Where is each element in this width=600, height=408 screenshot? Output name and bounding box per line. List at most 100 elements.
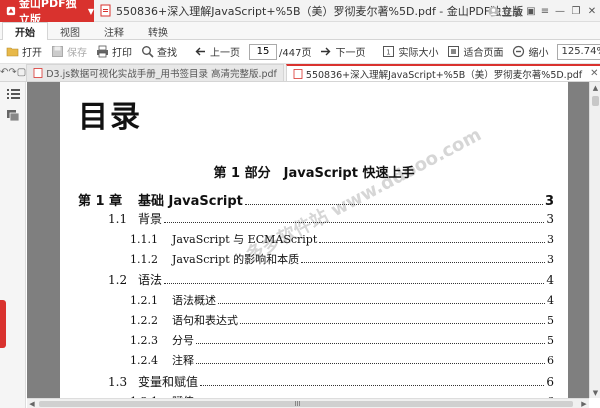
next-page-button[interactable]: 下一页 <box>319 44 365 59</box>
back-icon[interactable]: ↶ <box>0 63 8 81</box>
toc-entry-title: 背景 <box>138 212 163 227</box>
tab-convert[interactable]: 转换 <box>136 22 180 40</box>
tab-annotate[interactable]: 注释 <box>92 22 136 40</box>
new-tab-icon[interactable]: ▢ <box>17 63 26 81</box>
close-button[interactable]: ✕ <box>584 0 600 22</box>
toc-leader <box>200 384 545 386</box>
document-tab-active[interactable]: 550836+深入理解JavaScript+%5B（美）罗彻麦尔著%5D.pdf… <box>285 64 600 81</box>
toc-entry-title: 语句和表达式 <box>172 313 238 327</box>
pdf-file-icon <box>100 4 111 17</box>
toc-entry[interactable]: 1.1.1 JavaScript 与 ECMAScript 3 <box>130 231 554 247</box>
ribbon-tabs: 开始 视图 注释 转换 <box>0 22 600 40</box>
toc-entry[interactable]: 第 1 章基础 JavaScript 3 <box>78 190 554 209</box>
toc-entry-number: 1.2.3 <box>130 334 158 348</box>
toc-entry[interactable]: 1.1.2 JavaScript 的影响和本质 3 <box>130 251 554 267</box>
toc-entry-number: 1.1 <box>108 212 128 227</box>
arrow-right-icon <box>321 47 331 56</box>
scroll-thumb[interactable] <box>592 96 599 106</box>
toc-entry-number: 1.2.2 <box>130 313 158 327</box>
pdf-page: 多多软件站 www.ddooo.com 目录 第 1 部分 JavaScript… <box>60 82 568 398</box>
save-button[interactable]: 保存 <box>51 44 87 59</box>
toc-entry[interactable]: 1.2.1 语法概述 4 <box>130 292 554 308</box>
toc-entry[interactable]: 1.2.3 分号 5 <box>130 332 554 348</box>
printer-icon <box>97 45 108 58</box>
toc-entry-title: JavaScript 与 ECMAScript <box>172 232 318 246</box>
scroll-left-icon[interactable]: ◀ <box>27 399 37 408</box>
minimize-button[interactable]: — <box>552 0 568 22</box>
toc-entry-number: 1.2.1 <box>130 293 158 307</box>
left-sidebar <box>0 82 26 408</box>
search-icon <box>142 46 154 58</box>
sidebar-collapse-handle[interactable] <box>0 300 6 348</box>
arrow-left-icon <box>195 47 205 56</box>
zoom-select[interactable]: 125.74% ▼ <box>557 43 600 60</box>
forward-icon[interactable]: ↷ <box>8 63 16 81</box>
prev-page-label: 上一页 <box>210 48 240 59</box>
toc-entry-page: 4 <box>547 293 554 307</box>
user-avatar-icon[interactable] <box>486 0 500 22</box>
toc-entry-page: 3 <box>546 212 554 227</box>
scroll-thumb[interactable] <box>39 401 573 407</box>
scroll-up-icon[interactable]: ▲ <box>590 82 600 93</box>
fit-page-icon <box>448 46 460 57</box>
toc-entry-page: 3 <box>544 194 554 209</box>
toc-entry-number: 1.3 <box>108 374 128 389</box>
toc-entry-page: 3 <box>547 232 554 246</box>
toc-leader <box>164 222 545 224</box>
print-button[interactable]: 打印 <box>96 44 132 59</box>
toc-entry[interactable]: 1.3 变量和赋值 6 <box>108 373 554 390</box>
toc-leader <box>244 204 543 205</box>
document-tab-bar: ↶ ↷ ▢ D3.js数据可视化实战手册_用书签目录 高清完整版.pdf 550… <box>0 64 600 82</box>
main-toolbar: 打开 保存 打印 查找 上一页 /447页 下一页 1 实际大小 适合页面 缩小… <box>0 40 600 64</box>
scroll-right-icon[interactable]: ▶ <box>579 399 589 408</box>
scroll-down-icon[interactable]: ▼ <box>590 387 600 398</box>
close-tab-icon[interactable]: ✕ <box>590 68 598 79</box>
prev-page-button[interactable]: 上一页 <box>194 44 240 59</box>
scroll-grip-icon <box>295 401 303 407</box>
toc-entry-number: 第 1 章 <box>78 194 123 209</box>
horizontal-scrollbar[interactable]: ◀ ▶ <box>27 398 589 408</box>
print-label: 打印 <box>112 48 132 59</box>
tab-view[interactable]: 视图 <box>48 22 92 40</box>
zoom-out-button[interactable]: 缩小 <box>512 44 548 59</box>
tab-home[interactable]: 开始 <box>2 22 48 40</box>
toc-entry[interactable]: 1.2.2 语句和表达式 5 <box>130 312 554 328</box>
menu-icon[interactable]: ≡ <box>538 0 552 22</box>
vertical-scrollbar[interactable]: ▲ ▼ <box>589 82 600 398</box>
skin-icon[interactable]: ▣ <box>524 0 538 22</box>
toc-entry-page: 3 <box>547 252 554 266</box>
toc-entry[interactable]: 1.2.4 注释 6 <box>130 352 554 368</box>
bookmark-list-icon[interactable] <box>7 88 20 100</box>
find-label: 查找 <box>157 48 177 59</box>
page-number-input[interactable] <box>249 43 277 60</box>
toc-entry-number: 1.2 <box>108 273 128 288</box>
toc-entry[interactable]: 1.1 背景 3 <box>108 210 554 227</box>
document-tab-label: D3.js数据可视化实战手册_用书签目录 高清完整版.pdf <box>46 69 277 80</box>
chevron-down-icon: ▼ <box>87 6 94 16</box>
pdf-file-icon <box>33 68 43 78</box>
toc-entry-page: 5 <box>547 334 554 348</box>
maximize-button[interactable]: ❐ <box>568 0 584 22</box>
toc-entry-title: 分号 <box>172 334 194 348</box>
document-tab[interactable]: D3.js数据可视化实战手册_用书签目录 高清完整版.pdf <box>26 64 284 81</box>
login-link[interactable]: 登录 <box>500 0 524 22</box>
open-label: 打开 <box>22 48 42 59</box>
actual-size-button[interactable]: 1 实际大小 <box>382 44 438 59</box>
fit-page-button[interactable]: 适合页面 <box>447 44 503 59</box>
app-menu-button[interactable]: 金山PDF独立版 ▼ <box>0 0 94 26</box>
zoom-value: 125.74% <box>561 46 600 57</box>
save-icon <box>52 46 63 57</box>
toc-leader <box>240 322 545 324</box>
open-button[interactable]: 打开 <box>6 44 42 59</box>
toc-entry[interactable]: 1.2 语法 4 <box>108 271 554 288</box>
toc-leader <box>196 343 545 345</box>
actual-size-icon: 1 <box>383 46 395 57</box>
part-title: 第 1 部分 JavaScript 快速上手 <box>213 166 415 181</box>
toc-leader <box>218 302 545 304</box>
find-button[interactable]: 查找 <box>141 44 177 59</box>
fit-page-label: 适合页面 <box>463 48 504 59</box>
toc-entry-title: 语法 <box>138 273 163 288</box>
title-bar: 金山PDF独立版 ▼ 550836+深入理解JavaScript+%5B（美）罗… <box>0 0 600 26</box>
next-page-label: 下一页 <box>335 48 366 59</box>
thumbnail-icon[interactable] <box>7 110 20 122</box>
